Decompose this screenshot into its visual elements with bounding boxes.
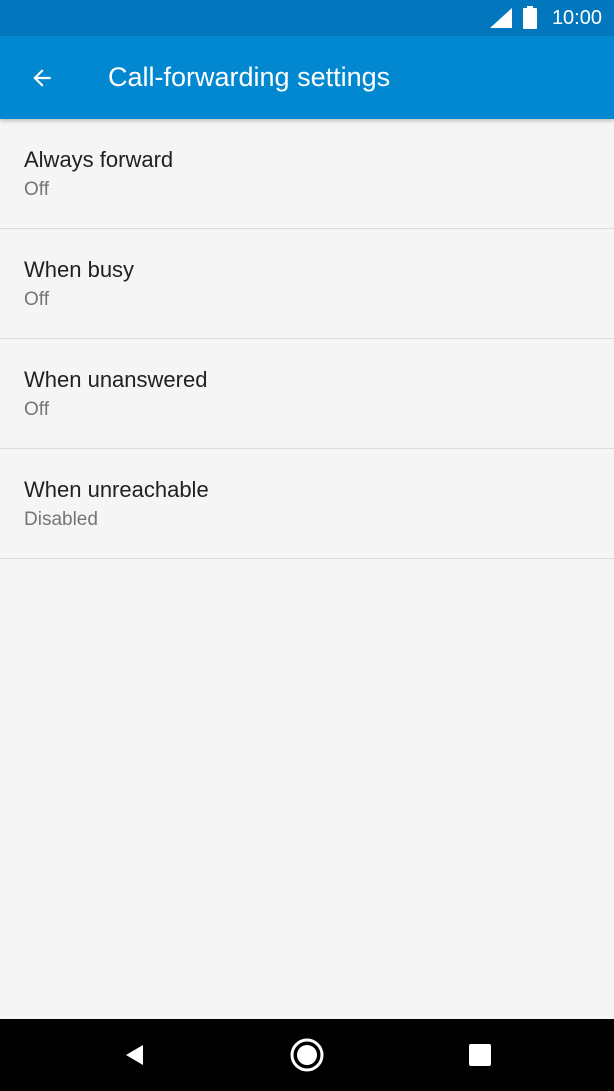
status-time: 10:00 <box>551 7 602 29</box>
recents-square-icon <box>469 1044 491 1066</box>
settings-item-title: When busy <box>24 257 135 282</box>
status-bar: 10:00 <box>0 0 614 36</box>
nav-recents-button[interactable] <box>456 1031 504 1079</box>
settings-item-summary: Off <box>24 179 49 200</box>
settings-item-summary: Disabled <box>24 509 98 530</box>
settings-item-always-forward[interactable]: Always forward Off <box>0 119 614 229</box>
settings-item-when-busy[interactable]: When busy Off <box>0 229 614 339</box>
settings-item-title: When unreachable <box>24 477 209 502</box>
settings-item-summary: Off <box>24 289 49 310</box>
battery-icon <box>523 6 537 29</box>
back-triangle-icon <box>126 1045 143 1065</box>
nav-back-button[interactable] <box>111 1031 159 1079</box>
page-title: Call-forwarding settings <box>108 62 391 92</box>
settings-item-summary: Off <box>24 399 49 420</box>
back-button[interactable] <box>18 54 66 102</box>
navigation-bar <box>0 1019 614 1091</box>
settings-list: Always forward Off When busy Off When un… <box>0 119 614 559</box>
settings-item-when-unanswered[interactable]: When unanswered Off <box>0 339 614 449</box>
arrow-back-icon <box>33 69 51 87</box>
settings-item-title: Always forward <box>24 147 174 172</box>
signal-icon <box>490 8 512 28</box>
settings-item-when-unreachable[interactable]: When unreachable Disabled <box>0 449 614 559</box>
app-bar: Call-forwarding settings <box>0 36 614 119</box>
nav-home-button[interactable] <box>283 1031 331 1079</box>
settings-item-title: When unanswered <box>24 367 208 392</box>
home-circle-icon <box>290 1038 324 1072</box>
